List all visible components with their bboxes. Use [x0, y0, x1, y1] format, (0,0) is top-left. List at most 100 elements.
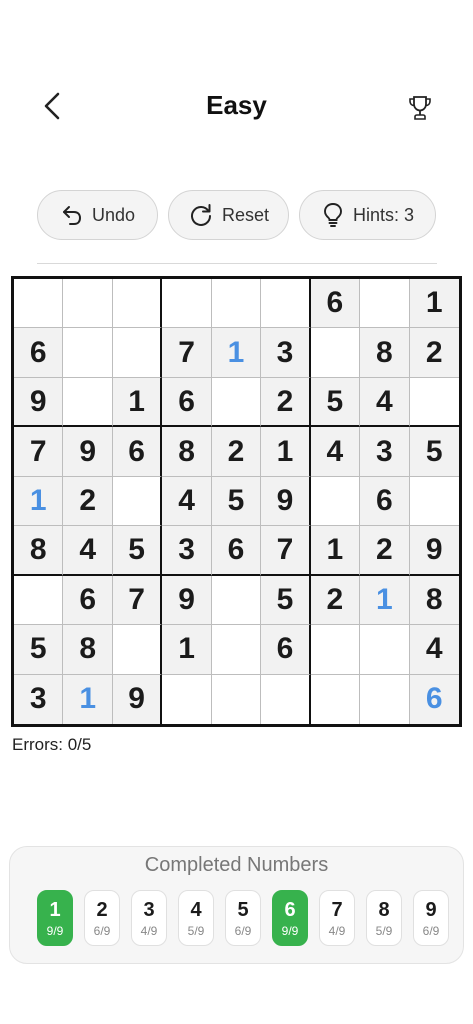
sudoku-cell[interactable] [63, 279, 113, 329]
sudoku-cell[interactable]: 2 [261, 377, 311, 428]
sudoku-cell[interactable]: 3 [360, 427, 410, 477]
sudoku-cell[interactable]: 3 [261, 328, 311, 378]
sudoku-cell[interactable]: 1 [14, 476, 64, 527]
sudoku-cell[interactable] [310, 625, 361, 675]
sudoku-cell[interactable]: 1 [360, 575, 410, 626]
undo-button[interactable]: Undo [37, 190, 158, 240]
sudoku-cell[interactable]: 1 [63, 674, 113, 724]
sudoku-cell[interactable] [112, 328, 163, 378]
number-chip-7[interactable]: 7 4/9 [319, 890, 355, 946]
trophy-button[interactable] [404, 92, 436, 124]
sudoku-cell[interactable] [311, 674, 361, 724]
sudoku-cell[interactable]: 7 [261, 526, 311, 576]
sudoku-cell[interactable]: 5 [261, 575, 311, 626]
sudoku-cell[interactable] [360, 674, 410, 724]
sudoku-cell[interactable] [63, 377, 113, 428]
number-chip-3[interactable]: 3 4/9 [131, 890, 167, 946]
sudoku-cell[interactable]: 5 [409, 427, 459, 477]
sudoku-cell[interactable]: 4 [360, 377, 410, 428]
sudoku-cell[interactable] [211, 377, 262, 428]
sudoku-cell[interactable] [112, 279, 163, 329]
sudoku-cell[interactable]: 9 [162, 575, 212, 626]
sudoku-cell[interactable]: 5 [112, 526, 163, 576]
sudoku-cell[interactable]: 9 [63, 427, 113, 477]
sudoku-cell[interactable] [261, 279, 311, 329]
sudoku-cell[interactable]: 5 [310, 377, 361, 428]
chip-count: 6/9 [422, 923, 440, 938]
sudoku-cell[interactable]: 2 [63, 476, 113, 527]
sudoku-cell[interactable]: 2 [360, 526, 410, 576]
sudoku-cell[interactable]: 6 [63, 575, 113, 626]
sudoku-cell[interactable]: 6 [112, 427, 163, 477]
sudoku-cell[interactable] [14, 575, 64, 626]
sudoku-cell[interactable]: 7 [162, 328, 212, 378]
sudoku-cell[interactable]: 5 [14, 625, 64, 675]
sudoku-cell[interactable]: 1 [310, 526, 361, 576]
sudoku-cell[interactable]: 6 [360, 476, 410, 527]
sudoku-cell[interactable] [211, 625, 262, 675]
sudoku-cell[interactable] [112, 476, 163, 527]
sudoku-cell[interactable]: 6 [261, 625, 311, 675]
sudoku-cell[interactable]: 6 [310, 279, 361, 329]
sudoku-cell[interactable] [409, 477, 459, 527]
sudoku-cell[interactable] [162, 674, 212, 724]
sudoku-cell[interactable]: 2 [310, 575, 361, 626]
sudoku-cell[interactable]: 4 [310, 427, 361, 477]
hints-label: Hints: 3 [352, 204, 415, 225]
sudoku-cell[interactable]: 8 [409, 575, 459, 626]
sudoku-cell[interactable]: 6 [14, 328, 64, 378]
sudoku-cell[interactable] [211, 575, 262, 626]
number-chip-8[interactable]: 8 5/9 [366, 890, 402, 946]
sudoku-cell[interactable]: 8 [63, 625, 113, 675]
sudoku-cell[interactable] [360, 625, 410, 675]
sudoku-cell[interactable]: 4 [63, 526, 113, 576]
sudoku-cell[interactable] [63, 328, 113, 378]
sudoku-cell[interactable]: 2 [211, 427, 262, 477]
number-chip-6[interactable]: 6 9/9 [272, 890, 308, 946]
number-chip-5[interactable]: 5 6/9 [225, 890, 261, 946]
sudoku-cell[interactable]: 9 [409, 526, 459, 576]
sudoku-cell[interactable]: 4 [409, 625, 459, 675]
sudoku-cell[interactable] [310, 476, 361, 527]
sudoku-cell[interactable]: 5 [211, 476, 262, 527]
sudoku-cell[interactable]: 7 [112, 575, 163, 626]
chip-number: 9 [425, 898, 437, 921]
reset-button[interactable]: Reset [168, 190, 289, 240]
number-chip-1[interactable]: 1 9/9 [37, 890, 73, 946]
sudoku-cell[interactable]: 1 [261, 427, 311, 477]
sudoku-cell[interactable]: 1 [162, 625, 212, 675]
sudoku-cell[interactable] [112, 625, 163, 675]
sudoku-cell[interactable] [14, 279, 64, 329]
sudoku-cell[interactable] [409, 378, 459, 428]
number-chip-4[interactable]: 4 5/9 [178, 890, 214, 946]
number-chip-9[interactable]: 9 6/9 [413, 890, 449, 946]
sudoku-cell[interactable] [211, 279, 262, 329]
sudoku-cell[interactable]: 9 [112, 674, 163, 724]
sudoku-cell[interactable] [261, 674, 311, 724]
hints-button[interactable]: Hints: 3 [299, 190, 436, 240]
completed-numbers-panel: Completed Numbers 1 9/9 2 6/9 3 4/9 4 5/9 5 6/9 6 9… [9, 846, 464, 964]
sudoku-cell[interactable]: 3 [162, 526, 212, 576]
sudoku-cell[interactable]: 8 [360, 328, 410, 378]
sudoku-cell[interactable]: 3 [14, 674, 64, 724]
sudoku-cell[interactable]: 9 [261, 476, 311, 527]
sudoku-grid: 6167138291625479682143512459684536712967… [11, 276, 462, 727]
sudoku-cell[interactable]: 7 [14, 427, 64, 477]
sudoku-cell[interactable]: 1 [211, 328, 262, 378]
sudoku-cell[interactable]: 6 [162, 377, 212, 428]
sudoku-cell[interactable]: 1 [409, 279, 459, 329]
sudoku-cell[interactable]: 2 [409, 328, 459, 378]
sudoku-cell[interactable]: 4 [162, 476, 212, 527]
sudoku-cell[interactable] [360, 279, 410, 329]
sudoku-cell[interactable] [310, 328, 361, 378]
sudoku-cell[interactable]: 1 [112, 377, 163, 428]
sudoku-cell[interactable]: 8 [162, 427, 212, 477]
sudoku-cell[interactable]: 9 [14, 377, 64, 428]
sudoku-cell[interactable]: 6 [409, 674, 459, 724]
number-chip-2[interactable]: 2 6/9 [84, 890, 120, 946]
chip-number: 7 [331, 898, 343, 921]
sudoku-cell[interactable]: 6 [211, 526, 262, 576]
sudoku-cell[interactable] [212, 674, 262, 724]
sudoku-cell[interactable]: 8 [14, 526, 64, 576]
sudoku-cell[interactable] [162, 279, 212, 329]
